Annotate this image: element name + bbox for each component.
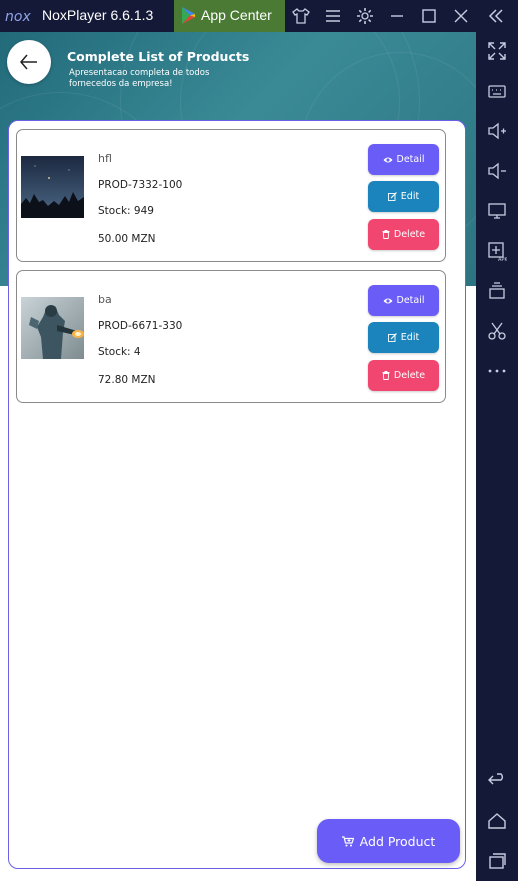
product-image bbox=[21, 156, 84, 218]
product-price: 72.80 MZN bbox=[98, 374, 156, 386]
delete-button-label: Delete bbox=[393, 370, 426, 381]
edit-button[interactable]: Edit bbox=[368, 322, 439, 353]
svg-text:APK: APK bbox=[498, 257, 507, 261]
delete-button[interactable]: Delete bbox=[368, 360, 439, 391]
trash-icon bbox=[382, 230, 390, 239]
maximize-icon[interactable] bbox=[420, 7, 438, 25]
detail-button[interactable]: Detail bbox=[368, 285, 439, 316]
page-title: Complete List of Products bbox=[67, 49, 250, 64]
home-nav-icon[interactable] bbox=[487, 811, 507, 831]
eye-icon bbox=[383, 298, 392, 303]
recent-apps-icon[interactable] bbox=[487, 851, 507, 871]
product-code: PROD-6671-330 bbox=[98, 320, 183, 332]
trash-icon bbox=[382, 371, 390, 380]
edit-button[interactable]: Edit bbox=[368, 181, 439, 212]
app-center-button[interactable]: App Center bbox=[174, 0, 285, 32]
delete-button-label: Delete bbox=[393, 229, 426, 240]
emulator-sidebar: APK bbox=[476, 32, 518, 881]
back-button[interactable] bbox=[7, 40, 51, 84]
eye-icon bbox=[383, 157, 392, 162]
detail-button[interactable]: Detail bbox=[368, 144, 439, 175]
collapse-icon[interactable] bbox=[487, 7, 505, 25]
product-name: hfl bbox=[98, 152, 112, 165]
detail-button-label: Detail bbox=[396, 295, 425, 306]
product-name: ba bbox=[98, 293, 112, 306]
edit-button-label: Edit bbox=[400, 191, 420, 202]
product-image bbox=[21, 297, 84, 359]
edit-button-label: Edit bbox=[400, 332, 420, 343]
product-card: ba PROD-6671-330 Stock: 4 72.80 MZN Deta… bbox=[16, 270, 446, 403]
nox-logo-icon: nox bbox=[5, 9, 31, 25]
detail-button-label: Detail bbox=[396, 154, 425, 165]
product-stock: Stock: 949 bbox=[98, 205, 154, 217]
multi-instance-icon[interactable] bbox=[487, 281, 507, 301]
fullscreen-icon[interactable] bbox=[487, 41, 507, 61]
android-screen: Complete List of Products Apresentacao c… bbox=[0, 32, 476, 881]
keyboard-icon[interactable] bbox=[487, 81, 507, 101]
product-card: hfl PROD-7332-100 Stock: 949 50.00 MZN D… bbox=[16, 129, 446, 262]
screen-icon[interactable] bbox=[487, 201, 507, 221]
edit-icon bbox=[387, 192, 397, 201]
close-icon[interactable] bbox=[452, 7, 470, 25]
shirt-icon[interactable] bbox=[292, 7, 310, 25]
app-center-label: App Center bbox=[201, 7, 272, 23]
add-product-label: Add Product bbox=[359, 833, 436, 849]
product-list-panel: hfl PROD-7332-100 Stock: 949 50.00 MZN D… bbox=[8, 120, 466, 869]
delete-button[interactable]: Delete bbox=[368, 219, 439, 250]
emulator-titlebar: nox NoxPlayer 6.6.1.3 App Center bbox=[0, 0, 518, 32]
product-code: PROD-7332-100 bbox=[98, 179, 183, 191]
play-store-icon bbox=[182, 7, 195, 24]
arrow-left-icon bbox=[20, 54, 37, 70]
app-title: NoxPlayer 6.6.1.3 bbox=[42, 7, 154, 23]
cart-plus-icon bbox=[341, 835, 354, 846]
more-icon[interactable] bbox=[487, 361, 507, 381]
back-nav-icon[interactable] bbox=[487, 770, 507, 790]
volume-down-icon[interactable] bbox=[487, 161, 507, 181]
apk-install-icon[interactable]: APK bbox=[487, 241, 507, 261]
product-stock: Stock: 4 bbox=[98, 346, 141, 358]
product-price: 50.00 MZN bbox=[98, 233, 156, 245]
page-subtitle: Apresentacao completa de todos fornecedo… bbox=[69, 68, 210, 89]
minimize-icon[interactable] bbox=[388, 7, 406, 25]
add-product-button[interactable]: Add Product bbox=[317, 819, 460, 863]
edit-icon bbox=[387, 333, 397, 342]
volume-up-icon[interactable] bbox=[487, 121, 507, 141]
gear-icon[interactable] bbox=[356, 7, 374, 25]
menu-icon[interactable] bbox=[324, 7, 342, 25]
svg-text:nox: nox bbox=[5, 9, 31, 25]
scissors-icon[interactable] bbox=[487, 321, 507, 341]
